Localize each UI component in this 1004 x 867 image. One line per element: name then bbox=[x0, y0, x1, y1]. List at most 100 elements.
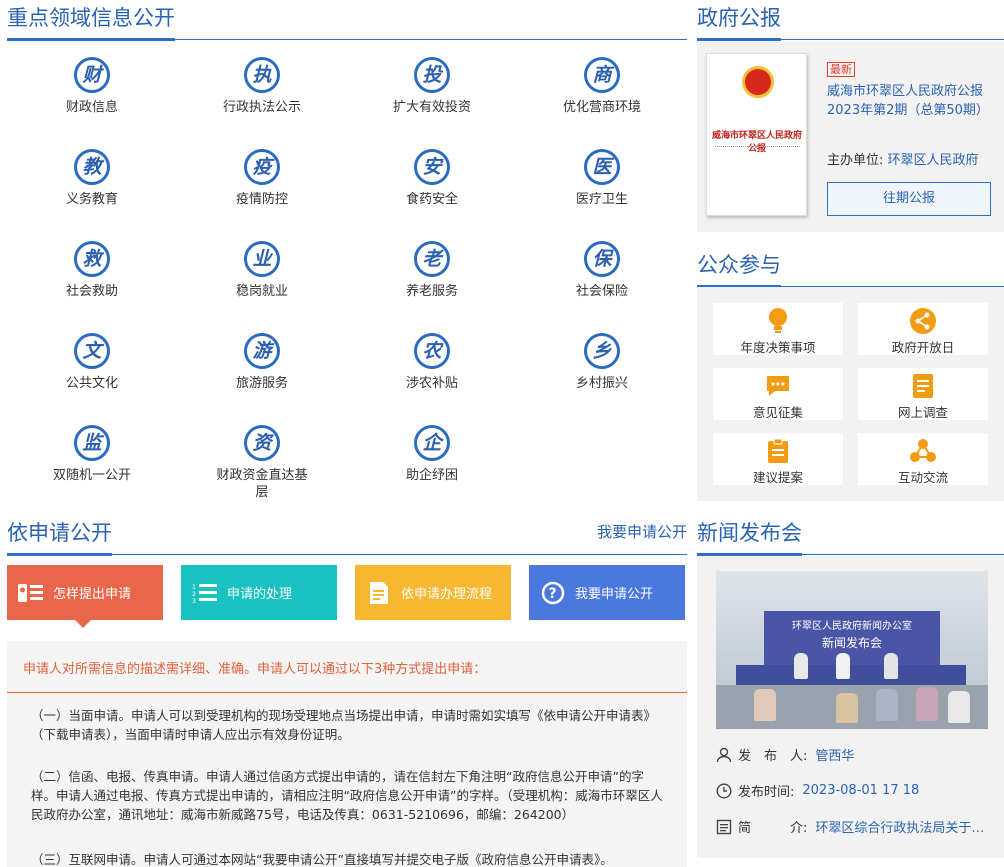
key-domain-item[interactable]: 教义务教育 bbox=[7, 144, 177, 236]
key-domain-item[interactable]: 商优化营商环境 bbox=[517, 52, 687, 144]
new-badge: 最新 bbox=[827, 62, 855, 77]
domain-badge-icon: 乡 bbox=[584, 333, 620, 369]
key-domain-item[interactable]: 疫疫情防控 bbox=[177, 144, 347, 236]
banner-line: 新闻发布会 bbox=[821, 636, 882, 650]
key-domain-item[interactable]: 投扩大有效投资 bbox=[347, 52, 517, 144]
key-domain-item[interactable]: 企助企纾困 bbox=[347, 420, 517, 512]
survey-icon bbox=[909, 372, 937, 400]
gazette-issue-link[interactable]: 威海市环翠区人民政府公报2023年第2期（总第50期） bbox=[827, 82, 997, 120]
publisher-value: 管西华 bbox=[815, 749, 855, 764]
public-item-decisions[interactable]: 年度决策事项 bbox=[713, 303, 843, 355]
tab-processing[interactable]: 123 申请的处理 bbox=[181, 565, 337, 620]
clock-icon bbox=[716, 782, 732, 799]
public-item-interaction[interactable]: 互动交流 bbox=[858, 433, 988, 485]
key-domain-item[interactable]: 保社会保险 bbox=[517, 236, 687, 328]
svg-text:?: ? bbox=[549, 586, 557, 602]
host-value[interactable]: 环翠区人民政府 bbox=[888, 153, 979, 168]
share-icon bbox=[909, 307, 937, 335]
divider bbox=[7, 692, 687, 693]
domain-badge-icon: 救 bbox=[74, 241, 110, 277]
domain-label: 旅游服务 bbox=[235, 376, 288, 391]
document-icon bbox=[365, 579, 393, 607]
clipboard-icon bbox=[764, 437, 792, 465]
time-value: 2023-08-01 17 18 bbox=[802, 783, 920, 798]
key-domain-item[interactable]: 业稳岗就业 bbox=[177, 236, 347, 328]
public-item-survey[interactable]: 网上调查 bbox=[858, 368, 988, 420]
svg-text:2: 2 bbox=[192, 591, 196, 598]
gazette-header: 政府公报 bbox=[697, 0, 1004, 41]
publisher-row: 发 布 人: 管西华 bbox=[716, 745, 854, 764]
summary-link[interactable]: 环翠区综合行政执法局关于季... bbox=[815, 817, 995, 836]
public-header: 公众参与 bbox=[697, 247, 1004, 288]
domain-label: 乡村振兴 bbox=[575, 376, 628, 391]
domain-badge-icon: 疫 bbox=[244, 149, 280, 185]
person bbox=[884, 653, 898, 679]
key-domain-item[interactable]: 医医疗卫生 bbox=[517, 144, 687, 236]
domain-label: 行政执法公示 bbox=[222, 100, 301, 115]
domain-badge-icon: 游 bbox=[244, 333, 280, 369]
svg-text:3: 3 bbox=[192, 598, 196, 604]
public-item-label: 建议提案 bbox=[752, 470, 803, 485]
key-domain-item[interactable]: 文公共文化 bbox=[7, 328, 177, 420]
bulb-icon bbox=[764, 307, 792, 335]
person bbox=[876, 689, 898, 721]
domain-badge-icon: 财 bbox=[74, 57, 110, 93]
divider bbox=[715, 146, 800, 147]
domain-label: 财政资金直达基层 bbox=[216, 468, 308, 500]
list-icon: 123 bbox=[191, 579, 219, 607]
domain-label: 疫情防控 bbox=[235, 192, 288, 207]
apply-intro: 申请人对所需信息的描述需详细、准确。申请人可以通过以下3种方式提出申请： bbox=[23, 662, 487, 677]
domain-label: 义务教育 bbox=[65, 192, 118, 207]
domain-badge-icon: 资 bbox=[244, 425, 280, 461]
key-domain-item[interactable]: 安食药安全 bbox=[347, 144, 517, 236]
public-item-open-day[interactable]: 政府开放日 bbox=[858, 303, 988, 355]
domain-badge-icon: 农 bbox=[414, 333, 450, 369]
press-table bbox=[736, 665, 966, 685]
person bbox=[836, 693, 858, 723]
key-domain-item[interactable]: 农涉农补贴 bbox=[347, 328, 517, 420]
domain-label: 双随机一公开 bbox=[52, 468, 131, 483]
public-participation-box: 年度决策事项 政府开放日 意见征集 网上调查 建议提案 互动交流 bbox=[697, 287, 1004, 501]
tab-process-flow[interactable]: 依申请办理流程 bbox=[355, 565, 511, 620]
person bbox=[754, 689, 776, 721]
domain-label: 养老服务 bbox=[405, 284, 458, 299]
public-item-label: 网上调查 bbox=[897, 405, 948, 420]
key-domain-item[interactable]: 乡乡村振兴 bbox=[517, 328, 687, 420]
domain-badge-icon: 监 bbox=[74, 425, 110, 461]
press-conference-photo[interactable]: 环翠区人民政府新闻办公室 新闻发布会 bbox=[716, 571, 988, 729]
public-item-proposals[interactable]: 建议提案 bbox=[713, 433, 843, 485]
domain-label: 涉农补贴 bbox=[405, 376, 458, 391]
domain-badge-icon: 医 bbox=[584, 149, 620, 185]
tab-label: 怎样提出申请 bbox=[53, 587, 132, 602]
key-domain-item[interactable]: 监双随机一公开 bbox=[7, 420, 177, 512]
apply-online-link[interactable]: 我要申请公开 bbox=[597, 521, 687, 542]
banner-text: 环翠区人民政府新闻办公室 新闻发布会 bbox=[764, 619, 940, 651]
tab-apply-online[interactable]: ? 我要申请公开 bbox=[529, 565, 685, 620]
domain-label: 社会保险 bbox=[575, 284, 628, 299]
key-domain-item[interactable]: 资财政资金直达基层 bbox=[177, 420, 347, 512]
key-domain-item[interactable]: 老养老服务 bbox=[347, 236, 517, 328]
domain-badge-icon: 保 bbox=[584, 241, 620, 277]
past-gazettes-button[interactable]: 往期公报 bbox=[827, 182, 991, 216]
apply-paragraph: （三）互联网申请。申请人可通过本网站“我要申请公开”直接填写并提交电子版《政府信… bbox=[31, 852, 613, 867]
public-item-opinions[interactable]: 意见征集 bbox=[713, 368, 843, 420]
cover-title: 威海市环翠区人民政府公报 bbox=[712, 131, 803, 154]
tab-how-to-apply[interactable]: 怎样提出申请 bbox=[7, 565, 163, 628]
gazette-title: 政府公报 bbox=[697, 2, 781, 41]
key-domain-item[interactable]: 执行政执法公示 bbox=[177, 52, 347, 144]
public-item-label: 年度决策事项 bbox=[740, 340, 816, 355]
public-title: 公众参与 bbox=[697, 249, 781, 288]
domain-label: 助企纾困 bbox=[405, 468, 458, 483]
tab-label: 申请的处理 bbox=[227, 587, 293, 602]
gazette-host: 主办单位: 环翠区人民政府 bbox=[827, 149, 979, 168]
key-domain-item[interactable]: 财财政信息 bbox=[7, 52, 177, 144]
key-domain-item[interactable]: 游旅游服务 bbox=[177, 328, 347, 420]
domain-badge-icon: 商 bbox=[584, 57, 620, 93]
key-domain-item[interactable]: 救社会救助 bbox=[7, 236, 177, 328]
person bbox=[836, 653, 850, 679]
apply-paragraph: （二）信函、电报、传真申请。申请人通过信函方式提出申请的，请在信封左下角注明“政… bbox=[31, 769, 663, 822]
domain-badge-icon: 投 bbox=[414, 57, 450, 93]
apply-title: 依申请公开 bbox=[7, 517, 112, 556]
gazette-cover-image[interactable]: 威海市环翠区人民政府公报 bbox=[706, 53, 807, 216]
apply-header: 依申请公开 bbox=[7, 515, 687, 556]
